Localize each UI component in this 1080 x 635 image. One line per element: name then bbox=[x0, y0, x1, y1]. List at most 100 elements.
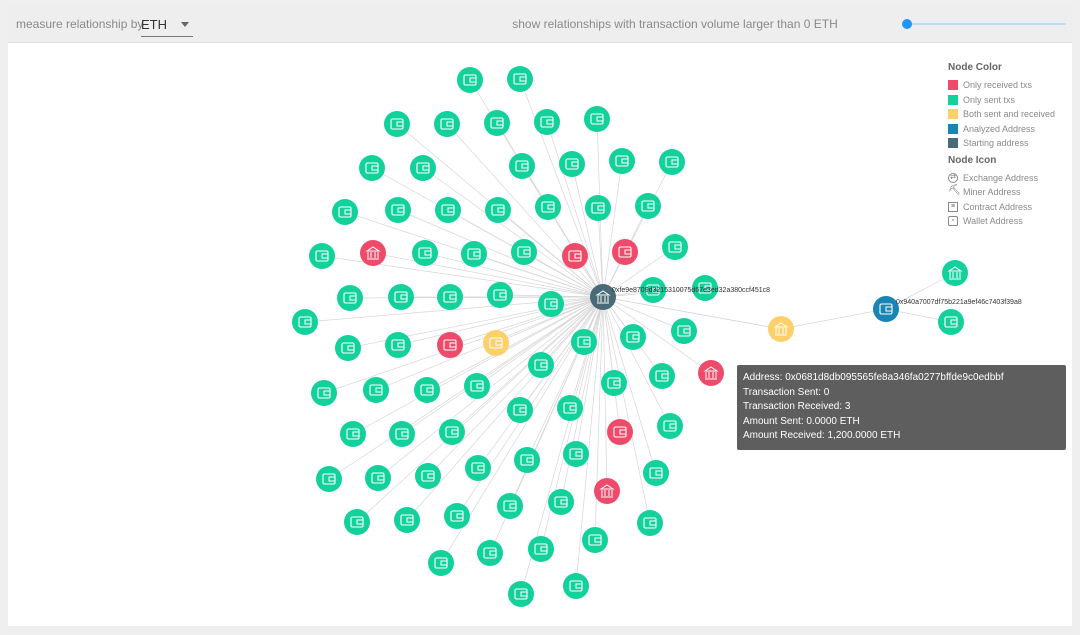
wallet-node[interactable] bbox=[340, 421, 366, 447]
wallet-node[interactable] bbox=[385, 197, 411, 223]
wallet-node[interactable] bbox=[477, 540, 503, 566]
exchange-node[interactable] bbox=[768, 316, 794, 342]
wallet-node[interactable] bbox=[444, 503, 470, 529]
wallet-node[interactable] bbox=[485, 197, 511, 223]
wallet-node[interactable] bbox=[363, 377, 389, 403]
wallet-node[interactable] bbox=[659, 149, 685, 175]
wallet-node[interactable] bbox=[528, 352, 554, 378]
wallet-node[interactable] bbox=[585, 195, 611, 221]
wallet-node[interactable] bbox=[337, 285, 363, 311]
legend-item: ⛏ Miner Address bbox=[948, 185, 1021, 198]
wallet-node[interactable] bbox=[528, 536, 554, 562]
exchange-node[interactable] bbox=[942, 260, 968, 286]
wallet-node[interactable] bbox=[548, 489, 574, 515]
wallet-node[interactable] bbox=[457, 67, 483, 93]
hub-address-label: 0xfe9e8709d3215310075d67e3ed32a380ccf451… bbox=[612, 287, 770, 294]
wallet-node[interactable] bbox=[388, 284, 414, 310]
tooltip-amount-received: Amount Received: 1,200.0000 ETH bbox=[743, 430, 901, 441]
wallet-node[interactable] bbox=[428, 550, 454, 576]
wallet-node[interactable] bbox=[332, 199, 358, 225]
graph-canvas[interactable]: 0xfe9e8709d3215310075d67e3ed32a380ccf451… bbox=[8, 43, 1072, 626]
wallet-node[interactable] bbox=[497, 493, 523, 519]
wallet-node[interactable] bbox=[507, 66, 533, 92]
wallet-node[interactable] bbox=[582, 527, 608, 553]
wallet-node[interactable] bbox=[439, 419, 465, 445]
wallet-node[interactable] bbox=[484, 110, 510, 136]
wallet-node[interactable] bbox=[435, 197, 461, 223]
wallet-icon: ▫ bbox=[948, 216, 958, 227]
wallet-node[interactable] bbox=[415, 463, 441, 489]
wallet-node[interactable] bbox=[535, 194, 561, 220]
wallet-node[interactable] bbox=[335, 335, 361, 361]
wallet-node[interactable] bbox=[514, 447, 540, 473]
wallet-node[interactable] bbox=[487, 282, 513, 308]
wallet-node[interactable] bbox=[359, 155, 385, 181]
contract-icon: ≡ bbox=[948, 201, 958, 212]
wallet-node[interactable] bbox=[507, 397, 533, 423]
wallet-node[interactable] bbox=[643, 460, 669, 486]
wallet-node[interactable] bbox=[609, 148, 635, 174]
exchange-node[interactable] bbox=[698, 360, 724, 386]
wallet-node[interactable] bbox=[434, 111, 460, 137]
wallet-node[interactable] bbox=[571, 329, 597, 355]
legend-color-title: Node Color bbox=[948, 62, 1002, 73]
wallet-node[interactable] bbox=[311, 380, 337, 406]
wallet-node[interactable] bbox=[657, 413, 683, 439]
wallet-node[interactable] bbox=[316, 466, 342, 492]
wallet-node[interactable] bbox=[649, 363, 675, 389]
tooltip-sent: Transaction Sent: 0 bbox=[743, 386, 830, 398]
wallet-node[interactable] bbox=[483, 330, 509, 356]
wallet-node[interactable] bbox=[412, 240, 438, 266]
legend-item: ⇄ Exchange Address bbox=[948, 171, 1055, 186]
graph-edge bbox=[602, 296, 671, 427]
wallet-node[interactable] bbox=[671, 318, 697, 344]
wallet-node[interactable] bbox=[385, 332, 411, 358]
legend-icon-title: Node Icon bbox=[948, 154, 997, 166]
exchange-node[interactable] bbox=[594, 478, 620, 504]
wallet-node[interactable] bbox=[562, 243, 588, 269]
wallet-node[interactable] bbox=[635, 193, 661, 219]
wallet-node[interactable] bbox=[465, 455, 491, 481]
legend-item: ≡ Contract Address bbox=[948, 200, 1055, 215]
wallet-node[interactable] bbox=[584, 106, 610, 132]
wallet-node[interactable] bbox=[563, 441, 589, 467]
miner-icon: ⛏ bbox=[948, 185, 961, 197]
wallet-node[interactable] bbox=[534, 109, 560, 135]
wallet-node[interactable] bbox=[461, 241, 487, 267]
tooltip-amount-sent: Amount Sent: 0.0000 ETH bbox=[743, 415, 860, 427]
legend-item: Analyzed Address bbox=[948, 122, 1055, 137]
wallet-node[interactable] bbox=[464, 373, 490, 399]
wallet-node[interactable] bbox=[437, 284, 463, 310]
legend-item: Only sent txs bbox=[948, 93, 1055, 108]
wallet-node[interactable] bbox=[414, 377, 440, 403]
wallet-node[interactable] bbox=[938, 309, 964, 335]
wallet-node[interactable] bbox=[601, 370, 627, 396]
wallet-node[interactable] bbox=[662, 234, 688, 260]
wallet-node[interactable] bbox=[508, 581, 534, 607]
wallet-node[interactable] bbox=[612, 239, 638, 265]
wallet-node[interactable] bbox=[309, 243, 335, 269]
wallet-node[interactable] bbox=[607, 419, 633, 445]
exchange-node[interactable] bbox=[360, 240, 386, 266]
graph-edge bbox=[602, 160, 623, 298]
wallet-node[interactable] bbox=[620, 324, 646, 350]
wallet-node[interactable] bbox=[557, 395, 583, 421]
wallet-node[interactable] bbox=[509, 153, 535, 179]
legend-item: Both sent and received bbox=[948, 107, 1055, 122]
wallet-node[interactable] bbox=[637, 510, 663, 536]
wallet-node[interactable] bbox=[389, 421, 415, 447]
wallet-node[interactable] bbox=[384, 111, 410, 137]
tooltip-address: Address: 0x0681d8db095565fe8a346fa0277bf… bbox=[743, 372, 1004, 383]
wallet-node[interactable] bbox=[437, 332, 463, 358]
wallet-node[interactable] bbox=[365, 465, 391, 491]
wallet-node[interactable] bbox=[292, 309, 318, 335]
wallet-node[interactable] bbox=[511, 239, 537, 265]
wallet-node[interactable] bbox=[410, 155, 436, 181]
wallet-node[interactable] bbox=[344, 509, 370, 535]
graph-edge bbox=[780, 308, 887, 330]
wallet-node[interactable] bbox=[563, 573, 589, 599]
wallet-node[interactable] bbox=[538, 291, 564, 317]
wallet-node[interactable] bbox=[394, 507, 420, 533]
wallet-node[interactable] bbox=[559, 151, 585, 177]
relationship-graph[interactable]: 0xfe9e8709d3215310075d67e3ed32a380ccf451… bbox=[0, 0, 1080, 635]
